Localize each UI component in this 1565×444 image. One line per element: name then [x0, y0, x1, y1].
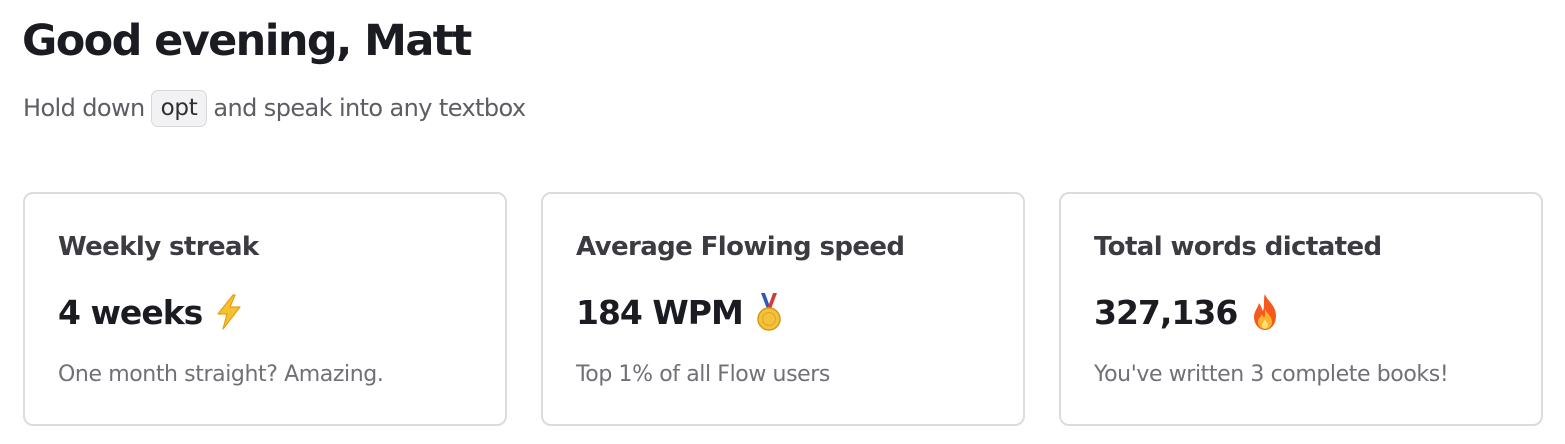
hint-suffix: and speak into any textbox	[213, 94, 526, 122]
card-caption: You've written 3 complete books!	[1094, 362, 1449, 387]
speed-value: 184 WPM	[576, 292, 744, 332]
lightning-icon	[214, 294, 244, 330]
card-title: Average Flowing speed	[576, 232, 905, 262]
average-speed-card: Average Flowing speed 184 WPM Top 1% of …	[541, 192, 1025, 426]
card-title: Weekly streak	[58, 232, 259, 262]
streak-value: 4 weeks	[58, 292, 203, 332]
card-value: 4 weeks	[58, 291, 244, 333]
total-words-card: Total words dictated 327,136 You've writ…	[1059, 192, 1543, 426]
card-caption: Top 1% of all Flow users	[576, 362, 830, 387]
card-value: 184 WPM	[576, 291, 783, 333]
medal-icon	[755, 292, 783, 332]
card-caption: One month straight? Amazing.	[58, 362, 384, 387]
hint-prefix: Hold down	[23, 94, 145, 122]
card-value: 327,136	[1094, 291, 1281, 333]
words-value: 327,136	[1094, 292, 1238, 332]
dictation-hint: Hold down opt and speak into any textbox	[23, 88, 526, 128]
greeting-title: Good evening, Matt	[22, 16, 472, 66]
weekly-streak-card: Weekly streak 4 weeks One month straight…	[23, 192, 507, 426]
hotkey-badge: opt	[150, 89, 208, 127]
card-title: Total words dictated	[1094, 232, 1382, 262]
home-page: Good evening, Matt Hold down opt and spe…	[0, 0, 1565, 444]
fire-icon	[1249, 293, 1281, 331]
